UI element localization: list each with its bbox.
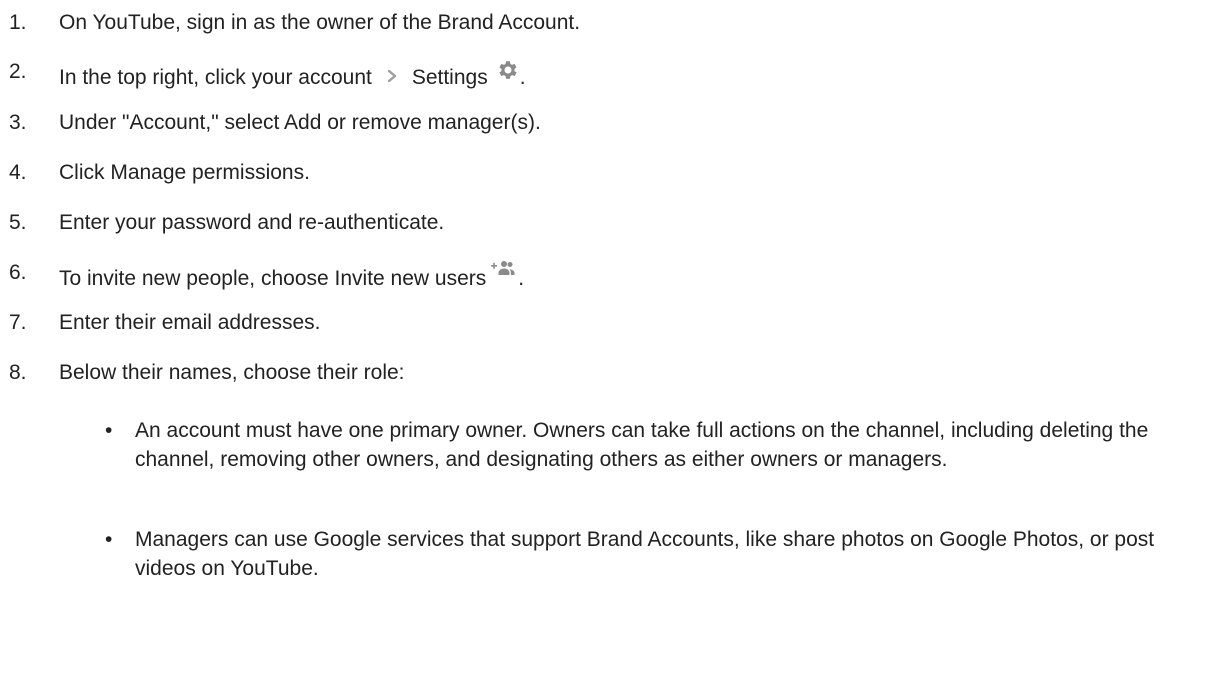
settings-label: Settings	[411, 66, 488, 89]
bullet-marker: •	[105, 419, 113, 442]
step-text-lead: In the top right, click your account	[59, 66, 372, 89]
gear-icon	[496, 58, 520, 82]
add-people-icon	[490, 259, 518, 279]
step-number: 5.	[9, 211, 27, 234]
step-number: 6.	[9, 261, 27, 284]
step-text: In the top right, click your account Sett…	[59, 58, 526, 92]
step-text-lead: To invite new people, choose Invite new …	[59, 267, 487, 290]
step-text-end: .	[519, 66, 526, 89]
bullet-marker: •	[105, 528, 113, 551]
step-number: 4.	[9, 161, 27, 184]
step-text: Click Manage permissions.	[59, 161, 310, 184]
role-description: Managers can use Google services that su…	[135, 528, 1155, 580]
step-number: 1.	[9, 11, 27, 34]
step-number: 8.	[9, 361, 27, 384]
chevron-right-icon	[380, 66, 404, 86]
step-number: 7.	[9, 311, 27, 334]
step-text-end: .	[518, 267, 525, 290]
step-number: 3.	[9, 111, 27, 134]
step-number: 2.	[9, 60, 27, 83]
role-description: An account must have one primary owner. …	[135, 419, 1149, 471]
step-text: On YouTube, sign in as the owner of the …	[59, 11, 581, 34]
step-text: Under "Account," select Add or remove ma…	[59, 111, 541, 134]
step-text: To invite new people, choose Invite new …	[59, 259, 524, 293]
step-text: Enter your password and re-authenticate.	[59, 211, 445, 234]
step-text: Below their names, choose their role:	[59, 361, 405, 384]
step-text: Enter their email addresses.	[59, 311, 321, 334]
